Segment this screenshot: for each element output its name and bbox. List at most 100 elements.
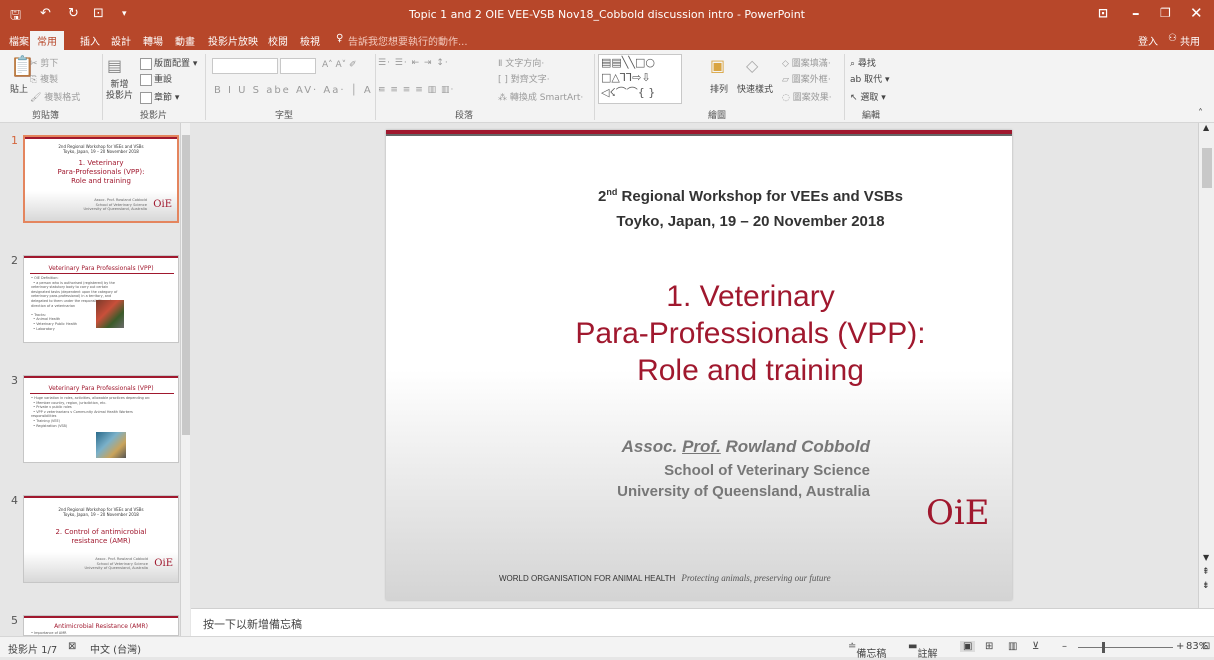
- fit-slide-icon[interactable]: ⊡: [1202, 641, 1210, 652]
- text-direction-label: 文字方向: [505, 59, 542, 69]
- ribbon-display-icon[interactable]: ⊡: [1098, 6, 1108, 20]
- next-slide-icon[interactable]: ⇟: [1202, 581, 1210, 591]
- tell-me-box[interactable]: 告訴我您想要執行的動作...: [348, 33, 468, 48]
- arrange-icon[interactable]: ▣: [710, 56, 725, 75]
- slide-title-line1[interactable]: 1. Veterinary: [386, 278, 1012, 315]
- oie-logo-icon: OiE: [153, 199, 172, 210]
- notes-toggle[interactable]: ≐ 備忘稿: [848, 641, 886, 660]
- select-button[interactable]: ↖ 選取 ▾: [850, 90, 886, 103]
- group-separator: [102, 54, 103, 120]
- new-slide-button[interactable]: 新增 投影片: [106, 80, 133, 102]
- slide-sorter-icon[interactable]: ⊞: [985, 641, 993, 652]
- thumb-subtitle: Toyko, Japan, 19 – 20 November 2018: [63, 149, 139, 154]
- align-icons[interactable]: ≡ ≡ ≡ ≡ ▥ ▥·: [378, 85, 454, 95]
- quick-styles-button[interactable]: 快速樣式: [737, 82, 773, 95]
- zoom-in-icon[interactable]: +: [1176, 641, 1184, 652]
- scroll-down-icon[interactable]: ▼: [1203, 553, 1209, 562]
- list-icons[interactable]: ☰· ☰· ⇤ ⇥ ↕·: [378, 58, 449, 68]
- normal-view-icon[interactable]: ▣: [960, 641, 976, 652]
- language-indicator[interactable]: 中文 (台灣): [90, 641, 141, 656]
- workshop-location[interactable]: Toyko, Japan, 19 – 20 November 2018: [386, 213, 1012, 230]
- oie-logo-icon: OiE: [926, 493, 990, 533]
- shape-effects-button[interactable]: ◌ 圖案效果·: [782, 90, 832, 103]
- author-school[interactable]: School of Veterinary Science: [664, 462, 870, 479]
- restore-icon[interactable]: ❐: [1160, 6, 1171, 20]
- spell-check-icon[interactable]: ⊠: [68, 641, 76, 652]
- slide-title-line3[interactable]: Role and training: [386, 352, 1012, 389]
- new-slide-icon[interactable]: ▤: [107, 56, 122, 75]
- cut-button[interactable]: ✂ 剪下: [30, 56, 58, 69]
- shapes-gallery[interactable]: ▤▤╲╲□○ □△⅂⅂⇨⇩ ◁☇⌒⌒{ }: [598, 54, 682, 104]
- scroll-up-icon[interactable]: ▲: [1203, 123, 1209, 132]
- arrange-button[interactable]: 排列: [710, 82, 728, 95]
- tab-insert[interactable]: 插入: [80, 33, 100, 48]
- paste-button[interactable]: 貼上: [10, 82, 28, 95]
- find-label: 尋找: [857, 59, 876, 69]
- group-label-clipboard: 剪貼簿: [32, 111, 60, 121]
- group-separator: [205, 54, 206, 120]
- zoom-out-icon[interactable]: –: [1062, 641, 1067, 652]
- prev-slide-icon[interactable]: ⇞: [1202, 567, 1210, 577]
- quick-styles-icon[interactable]: ◇: [746, 56, 758, 75]
- minimize-icon[interactable]: –: [1132, 4, 1140, 22]
- collapse-ribbon-icon[interactable]: ˄: [1198, 108, 1203, 119]
- scroll-thumb[interactable]: [1202, 148, 1212, 188]
- format-painter-button[interactable]: 🖌 複製格式: [30, 90, 80, 103]
- layout-button[interactable]: 版面配置 ▾: [140, 56, 197, 70]
- section-button[interactable]: 章節 ▾: [140, 90, 179, 104]
- workshop-title[interactable]: 2nd Regional Workshop for VEEs and VSBs: [386, 187, 1012, 205]
- notes-placeholder: 按一下以新增備忘稿: [203, 618, 302, 631]
- share-button[interactable]: 共用: [1180, 33, 1200, 48]
- slide-thumbnail-1[interactable]: 2nd Regional Workshop for VEEs and VSBs …: [23, 135, 179, 223]
- align-text-button[interactable]: [ ] 對齊文字·: [498, 72, 550, 85]
- text-direction-button[interactable]: Ⅱ 文字方向·: [498, 56, 544, 69]
- tell-me-icon: ♀: [336, 33, 344, 44]
- copy-button[interactable]: ⎘ 複製: [30, 72, 58, 85]
- thumbnail-scrollbar[interactable]: [180, 123, 190, 636]
- shape-fill-button[interactable]: ◇ 圖案填滿·: [782, 56, 831, 69]
- footer-org: WORLD ORGANISATION FOR ANIMAL HEALTH: [499, 574, 676, 583]
- font-grow-icon[interactable]: A˄ A˅ ✐: [322, 60, 357, 70]
- slideshow-icon[interactable]: ⊻: [1032, 641, 1039, 652]
- tab-review[interactable]: 校閱: [268, 33, 288, 48]
- thumb-number: 4: [11, 494, 18, 507]
- reading-view-icon[interactable]: ▥: [1008, 641, 1017, 652]
- tab-file[interactable]: 檔案: [9, 33, 29, 48]
- font-size-box[interactable]: [280, 58, 316, 74]
- slide-thumbnail-4[interactable]: 2nd Regional Workshop for VEEs and VSBs …: [23, 495, 179, 583]
- zoom-slider[interactable]: [1078, 647, 1173, 648]
- find-button[interactable]: ⌕ 尋找: [850, 56, 876, 69]
- font-name-box[interactable]: [212, 58, 278, 74]
- tab-view[interactable]: 檢視: [300, 33, 320, 48]
- slide-thumbnail-2[interactable]: Veterinary Para Professionals (VPP) • OI…: [23, 255, 179, 343]
- thumb-number: 3: [11, 374, 18, 387]
- group-label-editing: 編輯: [862, 111, 881, 121]
- author-university[interactable]: University of Queensland, Australia: [617, 483, 870, 500]
- slide-title-line2[interactable]: Para-Professionals (VPP):: [386, 315, 1012, 352]
- reset-button[interactable]: 重設: [140, 72, 172, 86]
- shape-outline-label: 圖案外框: [791, 75, 828, 85]
- select-label: 選取: [860, 93, 879, 103]
- zoom-slider-knob[interactable]: [1102, 642, 1105, 653]
- author-name[interactable]: Assoc. Prof. Rowland Cobbold: [622, 437, 870, 457]
- comments-toggle[interactable]: ▬ 註解: [908, 641, 937, 660]
- replace-button[interactable]: ab 取代 ▾: [850, 72, 890, 85]
- tab-slideshow[interactable]: 投影片放映: [208, 33, 258, 48]
- font-format-icons[interactable]: B I U S abe AV· Aa· │ A ·: [214, 85, 383, 96]
- slide-scrollbar[interactable]: ▲ ▼ ⇞ ⇟: [1198, 123, 1214, 608]
- tab-home[interactable]: 常用: [30, 31, 64, 50]
- smartart-button[interactable]: ⁂ 轉換成 SmartArt·: [498, 90, 583, 103]
- reset-label: 重設: [154, 75, 173, 85]
- slide-canvas[interactable]: 2nd Regional Workshop for VEEs and VSBs …: [386, 130, 1012, 600]
- tab-animations[interactable]: 動畫: [175, 33, 195, 48]
- slide-thumbnail-5[interactable]: Antimicrobial Resistance (AMR) • Importa…: [23, 615, 179, 636]
- scroll-thumb[interactable]: [182, 135, 190, 435]
- signin-link[interactable]: 登入: [1138, 33, 1158, 48]
- slide-thumbnail-3[interactable]: Veterinary Para Professionals (VPP) • Hu…: [23, 375, 179, 463]
- tab-design[interactable]: 設計: [111, 33, 131, 48]
- slide-counter: 投影片 1/7: [8, 645, 58, 656]
- close-icon[interactable]: ✕: [1190, 4, 1203, 22]
- tab-transitions[interactable]: 轉場: [143, 33, 163, 48]
- notes-pane[interactable]: 按一下以新增備忘稿: [191, 608, 1214, 636]
- shape-outline-button[interactable]: ▱ 圖案外框·: [782, 72, 831, 85]
